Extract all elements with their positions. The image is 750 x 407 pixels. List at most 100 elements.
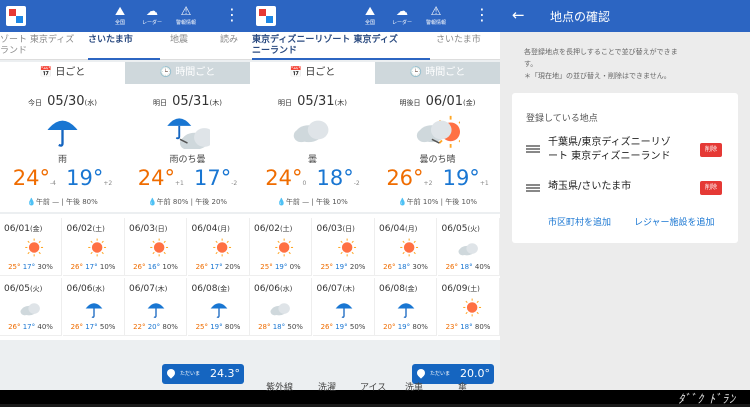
weather-icon (143, 237, 169, 259)
weather-icon (206, 297, 232, 319)
forecast-mode-tabs: 📅 日ごと 🕒 時間ごと (0, 62, 250, 84)
app-toolbar: ⛰ 全国 ☁ レーダー ⚠ 警報情報 ⋮ (250, 0, 500, 32)
instruction-text: 各登録地点を長押しすることで並び替えができま す。 ＊「現在地」の並び替え・削除… (524, 48, 678, 80)
week-day-cell[interactable]: 06/08(金) 20° 19° 80% (375, 278, 437, 336)
location-item-saitama[interactable]: 埼玉県/さいたま市 (548, 180, 631, 194)
high-temp: 24° (265, 166, 303, 190)
alert-icon[interactable]: ⚠ 警報情報 (172, 3, 200, 29)
week-day-cell[interactable]: 06/06(水) 28° 18° 50% (250, 278, 312, 336)
add-leisure-button[interactable]: レジャー施設を追加 (634, 215, 715, 228)
location-confirm-screen: ← 地点の確認 各登録地点を長押しすることで並び替えができま す。 ＊「現在地」… (500, 0, 750, 404)
weather-description: 曇のち晴 (419, 155, 456, 165)
location-pin-icon (165, 367, 177, 379)
bottom-tab[interactable]: 傘 (458, 380, 467, 393)
raindrop-icon: 💧 (27, 198, 36, 206)
weather-description: 曇 (307, 155, 317, 165)
week-day-cell[interactable]: 06/04(月) 26° 17° 20% (187, 218, 250, 276)
page-title: 地点の確認 (550, 10, 611, 24)
week-day-cell[interactable]: 06/09(土) 23° 18° 80% (437, 278, 500, 336)
back-arrow-icon[interactable]: ← (512, 6, 525, 24)
location-tab[interactable]: ゾート 東京ディズ ランド (0, 32, 82, 60)
app-toolbar: ⛰ 全国 ☁ レーダー ⚠ 警報情報 ⋮ (0, 0, 250, 32)
week-day-cell[interactable]: 06/05(火) 26° 17° 40% (0, 278, 62, 336)
week-day-cell[interactable]: 06/01(金) 25° 17° 30% (0, 218, 62, 276)
week-day-cell[interactable]: 06/07(木) 26° 19° 50% (312, 278, 375, 336)
tab-daily[interactable]: 📅 日ごと (250, 62, 375, 84)
delete-button[interactable]: 削除 (700, 181, 722, 195)
high-temp: 24° (137, 166, 175, 190)
weather-icon (393, 237, 419, 259)
radar-icon[interactable]: ☁ レーダー (388, 3, 416, 29)
more-menu-icon[interactable]: ⋮ (474, 4, 490, 26)
low-temp: 17° (194, 166, 232, 190)
location-tab[interactable]: 読み (220, 32, 250, 60)
bottom-tab[interactable]: 洗濯 (318, 380, 336, 393)
weather-icon (18, 237, 44, 259)
drag-handle-icon[interactable] (526, 145, 540, 153)
precipitation: 💧午前 80% | 午後 20% (147, 198, 228, 206)
raindrop-icon: 💧 (397, 198, 407, 206)
week-day-cell[interactable]: 06/03(日) 26° 16° 10% (125, 218, 187, 276)
delete-button[interactable]: 削除 (700, 143, 722, 157)
weather-description: 雨 (57, 155, 67, 165)
two-day-forecast: 明日 05/31(木) 曇 24°0 18°-2 💧午前 — | 午後 10% … (250, 84, 500, 212)
japan-map-icon[interactable]: ⛰ 全国 (356, 3, 384, 29)
add-city-button[interactable]: 市区町村を追加 (548, 215, 611, 228)
weather-icon (393, 297, 419, 319)
location-tab[interactable]: 東京ディズニーリゾート 東京ディズ ニーランド (252, 32, 430, 60)
day-forecast-card[interactable]: 明日 05/31(木) 曇 24°0 18°-2 💧午前 — | 午後 10% (250, 84, 375, 212)
location-pin-icon (415, 367, 427, 379)
weekly-forecast-grid: 06/02(土) 25° 19° 0% 06/03(日) 25° 19° 20%… (250, 214, 500, 340)
weather-icon (206, 237, 232, 259)
current-temp-pill[interactable]: ただいま 20.0° (412, 364, 494, 384)
drag-handle-icon[interactable] (526, 184, 540, 192)
precipitation: 💧午前 10% | 午後 10% (397, 198, 478, 206)
low-temp: 18° (316, 166, 354, 190)
weather-icon (81, 237, 107, 259)
location-tab[interactable]: さいたま市 (436, 32, 500, 60)
app-logo-icon (256, 6, 276, 26)
precipitation: 💧午前 — | 午後 80% (27, 198, 98, 206)
week-day-cell[interactable]: 06/07(木) 22° 20° 80% (125, 278, 187, 336)
location-item-tokyo-disneyland[interactable]: 千葉県/東京ディズニーリゾ ート 東京ディズニーランド (548, 136, 671, 164)
low-temp: 19° (66, 166, 104, 190)
forecast-screen-2: ⛰ 全国 ☁ レーダー ⚠ 警報情報 ⋮ 東京ディズニーリゾート 東京ディズ ニーランド さいた… (250, 0, 500, 404)
current-temp-pill[interactable]: ただいま 24.3° (162, 364, 244, 384)
week-day-cell[interactable]: 06/06(水) 26° 17° 50% (62, 278, 125, 336)
week-day-cell[interactable]: 06/03(日) 25° 19° 20% (312, 218, 375, 276)
weather-icon (331, 237, 357, 259)
weather-icon (290, 109, 335, 149)
weather-icon (456, 297, 482, 319)
day-forecast-card[interactable]: 明日 05/31(木) 雨のち曇 24°+1 17°-2 💧午前 80% | 午… (125, 84, 250, 212)
more-menu-icon[interactable]: ⋮ (224, 4, 240, 26)
high-temp: 26° (386, 166, 424, 190)
weather-icon (165, 109, 215, 150)
location-tab[interactable]: さいたま市 (88, 32, 160, 60)
tab-daily[interactable]: 📅 日ごと (0, 62, 125, 84)
radar-icon[interactable]: ☁ レーダー (138, 3, 166, 29)
alert-icon[interactable]: ⚠ 警報情報 (422, 3, 450, 29)
day-forecast-card[interactable]: 今日 05/30(水) 雨 24°-4 19°+2 💧午前 — | 午後 80% (0, 84, 125, 212)
weather-icon (268, 297, 294, 319)
tab-hourly[interactable]: 🕒 時間ごと (125, 62, 250, 84)
app-logo-icon (6, 6, 26, 26)
tab-hourly[interactable]: 🕒 時間ごと (375, 62, 500, 84)
japan-map-icon[interactable]: ⛰ 全国 (106, 3, 134, 29)
high-temp: 24° (12, 166, 50, 190)
bottom-tab[interactable]: 洗車 (405, 380, 423, 393)
week-day-cell[interactable]: 06/04(月) 26° 18° 30% (375, 218, 437, 276)
raindrop-icon: 💧 (147, 198, 157, 206)
watermark-text: ﾀﾞﾞｸ ﾄﾞﾗﾝ (678, 392, 736, 406)
week-day-cell[interactable]: 06/05(火) 26° 18° 40% (437, 218, 500, 276)
week-day-cell[interactable]: 06/02(土) 26° 17° 10% (62, 218, 125, 276)
week-day-cell[interactable]: 06/08(金) 25° 19° 80% (187, 278, 250, 336)
bottom-tab[interactable]: 紫外線 (266, 380, 293, 393)
day-forecast-card[interactable]: 明後日 06/01(金) 曇のち晴 26°+2 19°+1 💧午前 10% | … (375, 84, 500, 212)
weather-icon (143, 297, 169, 319)
location-tab[interactable]: 地震 (170, 32, 208, 60)
weather-icon (81, 297, 107, 319)
bottom-tab[interactable]: アイス (360, 380, 386, 393)
week-day-cell[interactable]: 06/02(土) 25° 19° 0% (250, 218, 312, 276)
bottom-area: ただいま 24.3° (0, 340, 250, 390)
location-tabs: 東京ディズニーリゾート 東京ディズ ニーランド さいたま市 (250, 32, 500, 60)
